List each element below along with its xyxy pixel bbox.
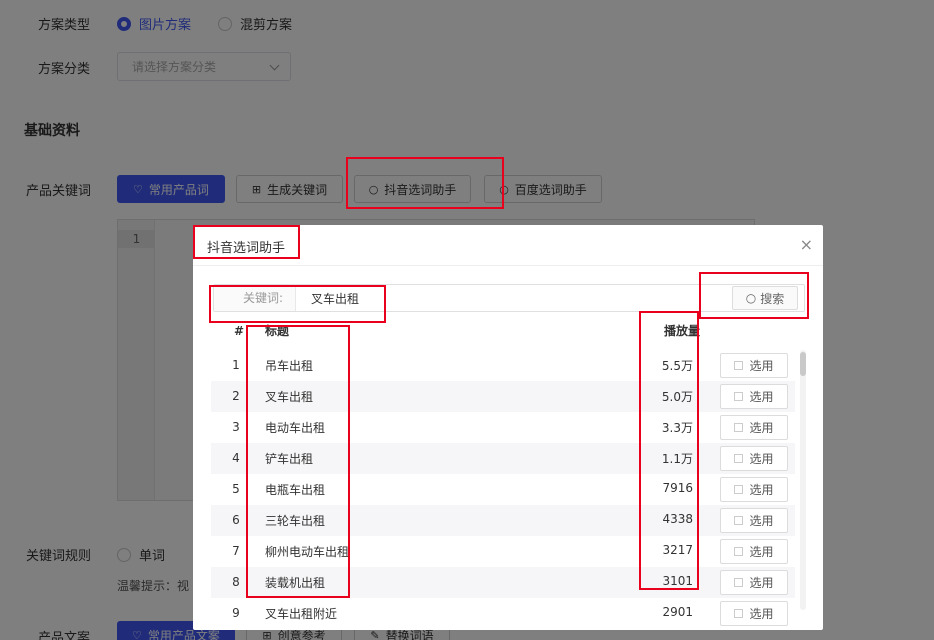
- checkbox-icon: [734, 485, 744, 494]
- keyword-input[interactable]: [297, 285, 727, 311]
- table-row: 9 叉车出租附近 2901 选用: [211, 598, 795, 629]
- checkbox-icon: [734, 578, 744, 587]
- dialog-header: 抖音选词助手 ×: [193, 225, 823, 266]
- checkbox-icon: [734, 516, 744, 525]
- table-row: 8 装载机出租 3101 选用: [211, 567, 795, 598]
- checkbox-icon: [734, 392, 744, 401]
- dialog-title: 抖音选词助手: [207, 241, 286, 256]
- scrollbar-thumb[interactable]: [800, 352, 806, 376]
- checkbox-icon: [734, 361, 744, 370]
- search-icon: ○: [745, 291, 757, 305]
- checkbox-icon: [734, 609, 744, 618]
- keyword-label: 关键词:: [214, 285, 296, 311]
- results-scrollbar[interactable]: [800, 350, 806, 610]
- column-header-title: 标题: [265, 324, 290, 338]
- pick-button[interactable]: 选用: [720, 477, 788, 502]
- search-button[interactable]: ○ 搜索: [732, 286, 798, 310]
- table-row: 6 三轮车出租 4338 选用: [211, 505, 795, 536]
- keyword-search-row: 关键词: ○ 搜索: [213, 284, 805, 312]
- checkbox-icon: [734, 454, 744, 463]
- table-row: 1 吊车出租 5.5万 选用: [211, 350, 795, 381]
- column-header-plays: 播放量: [664, 324, 701, 338]
- pick-button[interactable]: 选用: [720, 353, 788, 378]
- pick-button[interactable]: 选用: [720, 415, 788, 440]
- pick-button[interactable]: 选用: [720, 384, 788, 409]
- checkbox-icon: [734, 547, 744, 556]
- pick-button[interactable]: 选用: [720, 446, 788, 471]
- table-row: 5 电瓶车出租 7916 选用: [211, 474, 795, 505]
- table-row: 4 铲车出租 1.1万 选用: [211, 443, 795, 474]
- pick-button[interactable]: 选用: [720, 601, 788, 626]
- table-row: 7 柳州电动车出租 3217 选用: [211, 536, 795, 567]
- pick-button[interactable]: 选用: [720, 508, 788, 533]
- column-header-index: #: [234, 324, 245, 338]
- douyin-word-assistant-dialog: 抖音选词助手 × 关键词: ○ 搜索 # 标题 播放量 1 吊车出租 5.5万 …: [193, 225, 823, 630]
- pick-button[interactable]: 选用: [720, 570, 788, 595]
- table-row: 2 叉车出租 5.0万 选用: [211, 381, 795, 412]
- checkbox-icon: [734, 423, 744, 432]
- close-icon[interactable]: ×: [800, 235, 813, 255]
- pick-button[interactable]: 选用: [720, 539, 788, 564]
- table-row: 3 电动车出租 3.3万 选用: [211, 412, 795, 443]
